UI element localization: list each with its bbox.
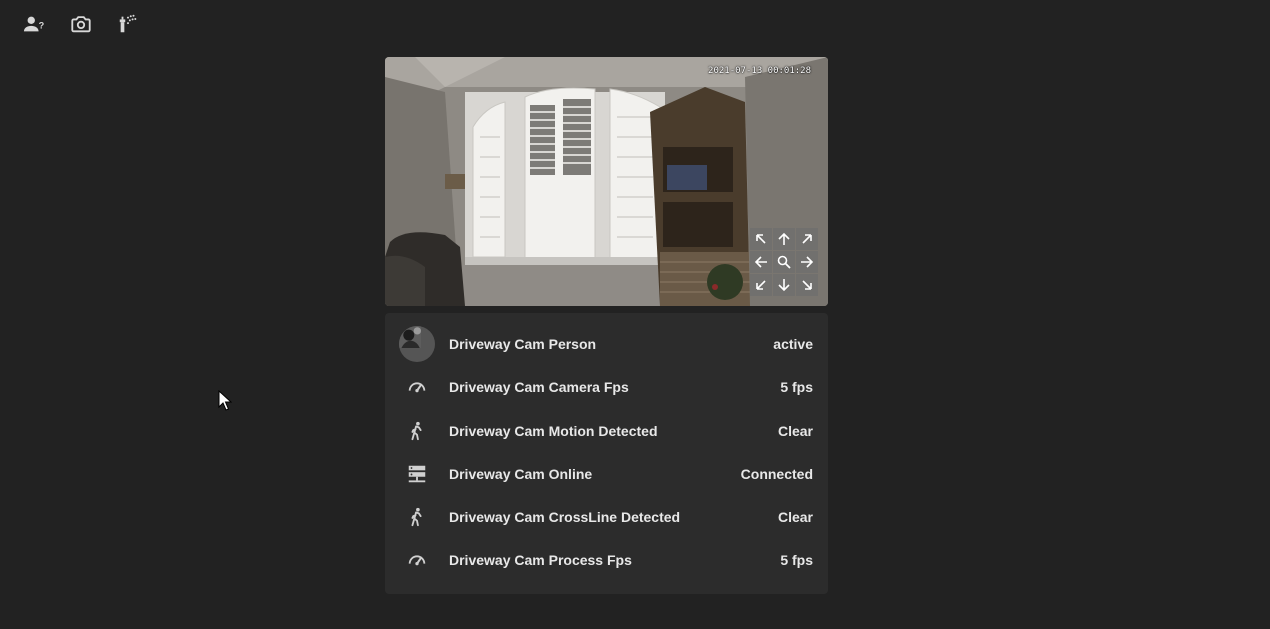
entity-row-motion-detected[interactable]: Driveway Cam Motion Detected Clear [385, 411, 828, 451]
speedometer-icon [408, 382, 426, 393]
camera-icon[interactable] [69, 12, 93, 36]
entity-name: Driveway Cam Person [449, 336, 597, 352]
walk-icon [411, 421, 422, 441]
arrow-bottom-left-icon [756, 280, 766, 290]
entity-icon-wrap [399, 456, 435, 492]
arrow-down-icon [778, 279, 790, 292]
camera-timestamp: 2021-07-13 00:01:28 [708, 66, 811, 76]
account-question-icon[interactable]: ? [22, 12, 46, 36]
ptz-down-left-button[interactable] [750, 274, 772, 296]
entity-row-online[interactable]: Driveway Cam Online Connected [385, 454, 828, 494]
ptz-down-right-button[interactable] [796, 274, 818, 296]
ptz-controls [750, 228, 818, 296]
entity-icon-wrap [399, 499, 435, 535]
entity-name: Driveway Cam Motion Detected [449, 423, 658, 439]
entity-state: active [773, 336, 813, 352]
ptz-zoom-button[interactable] [773, 251, 795, 273]
top-toolbar: ? [0, 0, 1270, 48]
arrow-top-right-icon [802, 234, 812, 244]
ptz-up-right-button[interactable] [796, 228, 818, 250]
ptz-right-button[interactable] [796, 251, 818, 273]
entity-row-person[interactable]: Driveway Cam Person active [385, 324, 828, 364]
mouse-cursor-icon [218, 390, 232, 411]
arrow-up-icon [778, 232, 790, 245]
entity-state: Clear [777, 509, 813, 525]
entity-state: 5 fps [780, 379, 813, 395]
entity-row-process-fps[interactable]: Driveway Cam Process Fps 5 fps [385, 540, 828, 580]
entity-icon-wrap [399, 542, 435, 578]
entity-row-crossline-detected[interactable]: Driveway Cam CrossLine Detected Clear [385, 497, 828, 537]
arrow-top-left-icon [756, 234, 766, 244]
entity-state: Clear [777, 423, 813, 439]
ptz-up-left-button[interactable] [750, 228, 772, 250]
arrow-left-icon [754, 256, 767, 268]
entity-avatar-wrap [399, 326, 435, 362]
entity-name: Driveway Cam Process Fps [449, 552, 632, 568]
ptz-up-button[interactable] [773, 228, 795, 250]
speedometer-icon [408, 555, 426, 566]
entity-name: Driveway Cam CrossLine Detected [449, 509, 681, 525]
arrow-bottom-right-icon [802, 280, 812, 290]
entity-row-camera-fps[interactable]: Driveway Cam Camera Fps 5 fps [385, 367, 828, 407]
ptz-left-button[interactable] [750, 251, 772, 273]
server-network-icon [408, 465, 426, 483]
avatar [399, 326, 435, 362]
arrow-right-icon [801, 256, 814, 268]
camera-stream-card[interactable]: 2021-07-13 00:01:28 [385, 57, 828, 306]
svg-text:?: ? [39, 21, 45, 31]
entity-name: Driveway Cam Online [449, 466, 593, 482]
ptz-down-button[interactable] [773, 274, 795, 296]
sprinkler-icon[interactable] [116, 12, 140, 36]
entity-state: Connected [740, 466, 813, 482]
entities-card: Driveway Cam Person active Driveway Cam … [385, 313, 828, 594]
magnify-icon [777, 255, 791, 269]
entity-icon-wrap [399, 413, 435, 449]
walk-icon [411, 507, 422, 527]
entity-state: 5 fps [780, 552, 813, 568]
entity-name: Driveway Cam Camera Fps [449, 379, 629, 395]
entity-icon-wrap [399, 369, 435, 405]
